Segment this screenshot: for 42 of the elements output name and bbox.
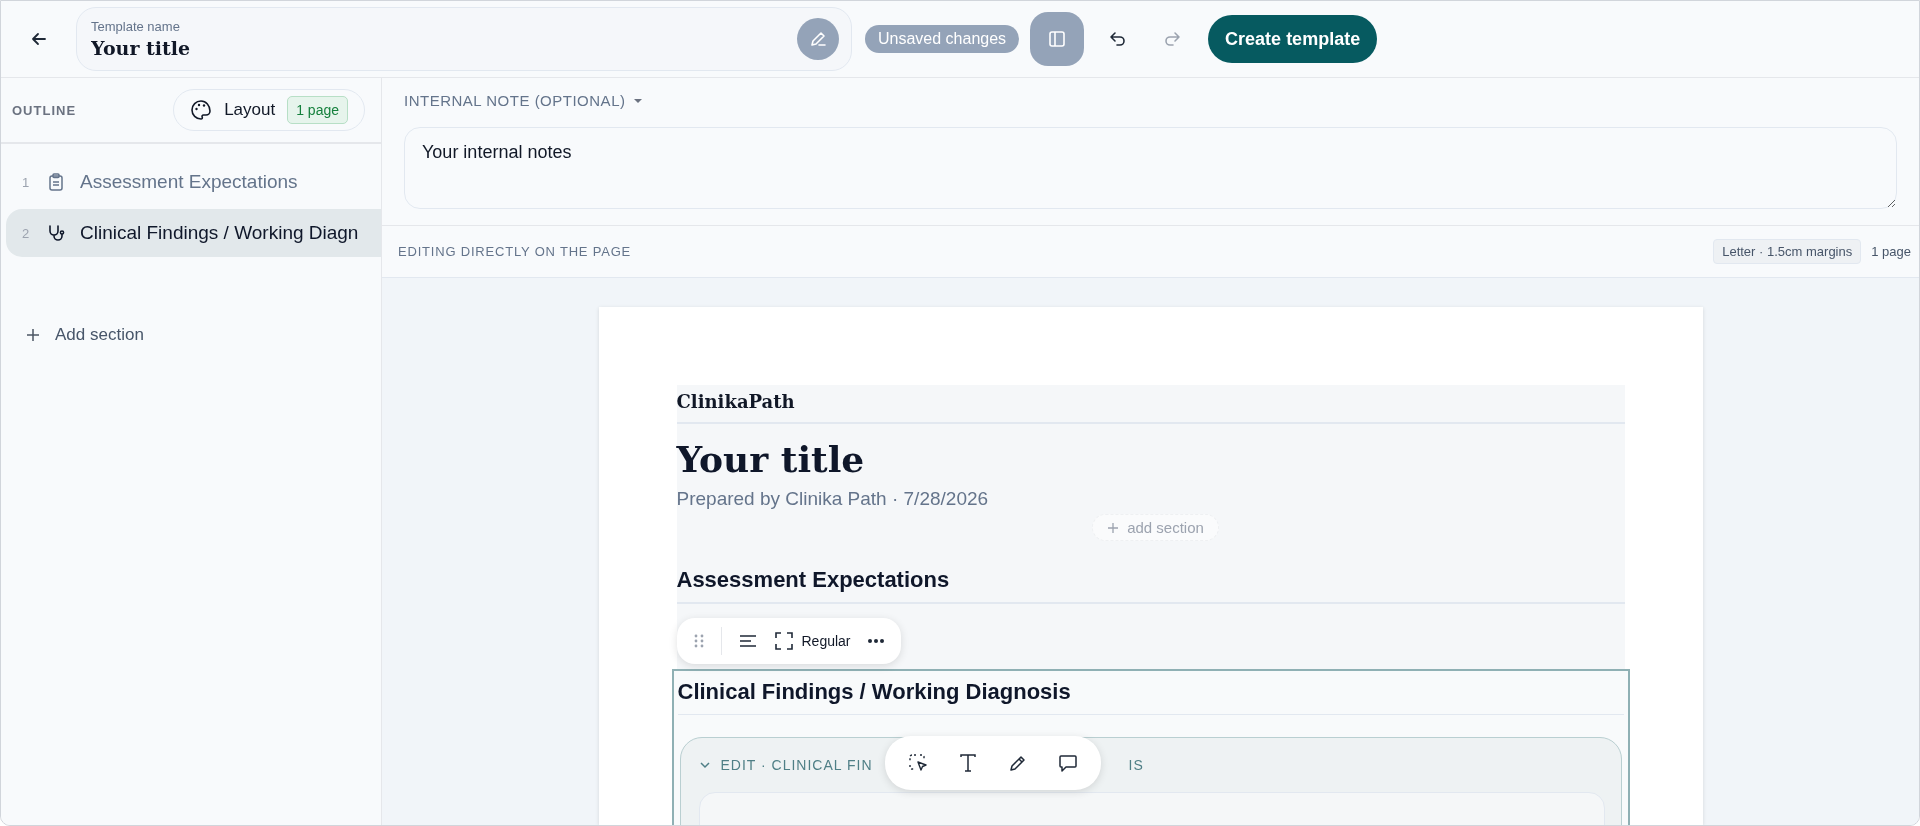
chevron-down-icon[interactable] xyxy=(698,761,711,769)
add-section-button[interactable]: Add section xyxy=(25,325,144,345)
field-label: Template name xyxy=(91,19,181,34)
section-heading: Clinical Findings / Working Diagnosis xyxy=(677,671,1624,715)
more-icon[interactable] xyxy=(866,638,885,644)
status-badge: Unsaved changes xyxy=(865,25,1020,53)
expand-corners-icon xyxy=(773,631,794,651)
document-section[interactable]: Clinical Findings / Working Diagnosis EDIT · CLINICAL FIN IS xyxy=(671,669,1630,825)
document-section[interactable]: Assessment Expectations xyxy=(676,541,1625,604)
back-arrow-icon xyxy=(30,30,48,48)
stethoscope-icon xyxy=(46,223,66,243)
create-template-button[interactable]: Create template xyxy=(1208,15,1378,63)
brand-name: ClinikaPath xyxy=(676,391,1625,424)
byline: Prepared by Clinika Path · 7/28/2026 xyxy=(676,488,990,510)
plus-icon xyxy=(1107,521,1120,534)
sidebar-panel-icon xyxy=(1047,29,1068,49)
template-name-input[interactable]: Your title xyxy=(91,37,491,59)
internal-note-toggle[interactable]: INTERNAL NOTE (OPTIONAL) xyxy=(404,92,644,109)
drag-handle-icon[interactable] xyxy=(692,633,705,649)
align-left-icon[interactable] xyxy=(737,633,758,649)
page-count-badge: 1 page xyxy=(287,96,348,124)
outline-item[interactable]: 1 Assessment Expectations xyxy=(6,158,381,206)
edit-panel-title: EDIT · CLINICAL FIN xyxy=(720,757,873,773)
page-count: 1 page xyxy=(1871,244,1911,259)
document-title: Your title xyxy=(676,438,866,480)
layout-button[interactable]: Layout 1 page xyxy=(173,89,365,131)
outline-item[interactable]: 2 Clinical Findings / Working Diagn xyxy=(6,209,381,257)
caret-down-icon xyxy=(633,97,644,104)
redo-icon xyxy=(1162,29,1183,49)
page-setup-chip: Letter · 1.5cm margins xyxy=(1713,239,1862,264)
template-name-field[interactable]: Template name Your title xyxy=(76,7,852,71)
size-button[interactable]: Regular xyxy=(773,631,851,651)
edit-panel-title: IS xyxy=(1128,757,1144,773)
plus-icon xyxy=(25,327,41,343)
outline-heading: OUTLINE xyxy=(12,102,77,118)
comment-icon[interactable] xyxy=(1056,752,1079,774)
internal-note-field[interactable]: Your internal notes xyxy=(404,127,1897,209)
toggle-panel-button[interactable] xyxy=(1030,12,1085,66)
clipboard-icon xyxy=(46,172,66,192)
pencil-icon xyxy=(808,29,828,49)
palette-icon xyxy=(190,99,213,121)
editing-mode-label: EDITING DIRECTLY ON THE PAGE xyxy=(398,244,633,259)
